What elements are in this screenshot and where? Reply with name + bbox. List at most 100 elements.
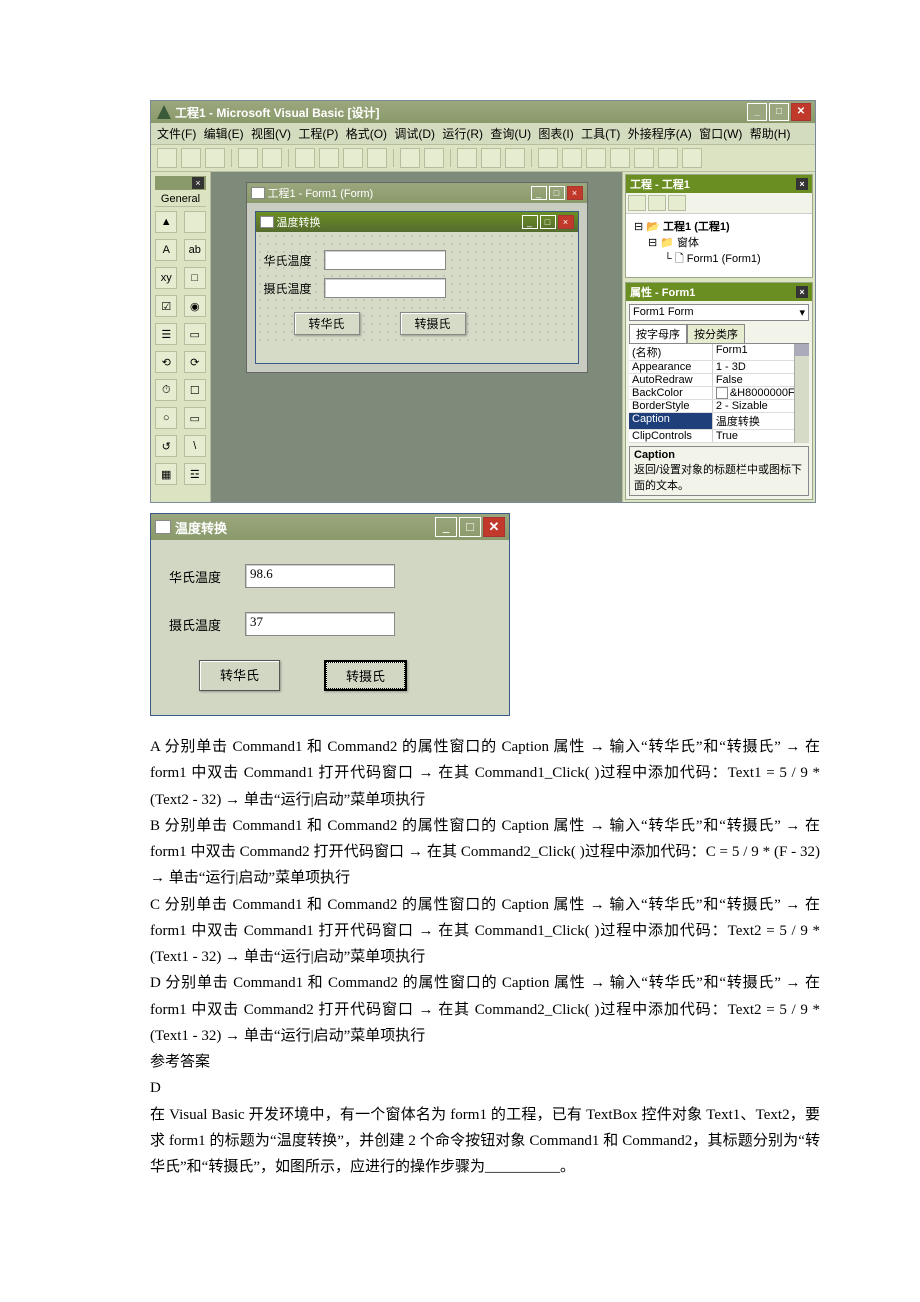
menubar[interactable]: 文件(F) 编辑(E) 视图(V) 工程(P) 格式(O) 调试(D) 运行(R… (151, 123, 815, 145)
toolbar-icon[interactable] (181, 148, 201, 168)
close-icon[interactable]: × (567, 186, 583, 200)
toolbar-icon[interactable] (157, 148, 177, 168)
tab-alphabetic[interactable]: 按字母序 (629, 324, 687, 343)
property-row[interactable]: BorderStyle2 - Sizable (629, 400, 809, 413)
toolbox-general-tab[interactable]: General (155, 192, 206, 207)
question-stem: 在 Visual Basic 开发环境中，有一个窗体名为 form1 的工程，已… (150, 1102, 820, 1181)
menu-addins[interactable]: 外接程序(A) (628, 127, 692, 141)
maximize-icon[interactable]: □ (769, 103, 789, 121)
close-icon[interactable]: × (558, 215, 574, 229)
menu-query[interactable]: 查询(U) (490, 127, 531, 141)
minimize-icon[interactable]: _ (531, 186, 547, 200)
menu-view[interactable]: 视图(V) (251, 127, 291, 141)
toolbar-icon[interactable] (586, 148, 606, 168)
maximize-icon[interactable]: □ (459, 517, 481, 537)
menu-tools[interactable]: 工具(T) (581, 127, 620, 141)
maximize-icon[interactable]: □ (549, 186, 565, 200)
toolbox-item[interactable]: \ (184, 435, 206, 457)
toolbar-cut-icon[interactable] (295, 148, 315, 168)
toggle-folders-icon[interactable] (668, 195, 686, 211)
menu-run[interactable]: 运行(R) (442, 127, 483, 141)
text1-input[interactable] (324, 250, 446, 270)
dropdown-icon[interactable]: ▾ (799, 306, 805, 319)
property-row[interactable]: AutoRedrawFalse (629, 374, 809, 387)
command1-button[interactable]: 转华氏 (294, 312, 360, 335)
toolbox-item[interactable]: ⟲ (155, 351, 177, 373)
menu-window[interactable]: 窗口(W) (699, 127, 742, 141)
menu-file[interactable]: 文件(F) (157, 127, 196, 141)
property-row[interactable]: BackColor&H8000000F& (629, 387, 809, 400)
toolbox-item[interactable]: A (155, 239, 177, 261)
close-icon[interactable]: ✕ (791, 103, 811, 121)
toolbox-item[interactable]: ⏱ (155, 379, 177, 401)
minimize-icon[interactable]: _ (435, 517, 457, 537)
close-icon[interactable]: × (796, 178, 808, 190)
design-form[interactable]: 温度转换 _ □ × 华氏温度 (255, 211, 579, 364)
property-row[interactable]: Appearance1 - 3D (629, 361, 809, 374)
toolbox-item[interactable]: ☑ (155, 295, 177, 317)
menu-diagram[interactable]: 图表(I) (538, 127, 573, 141)
property-row[interactable]: Caption温度转换 (629, 413, 809, 430)
toolbox-item[interactable]: ☐ (184, 379, 206, 401)
toolbox-item[interactable]: ○ (155, 407, 177, 429)
toolbar-icon[interactable] (658, 148, 678, 168)
text2-input[interactable]: 37 (245, 612, 395, 636)
option-a: A 分别单击 Command1 和 Command2 的属性窗口的 Captio… (150, 734, 820, 813)
property-row[interactable]: ClipControlsTrue (629, 430, 809, 443)
command2-button[interactable]: 转摄氏 (324, 660, 407, 691)
toolbox-close-icon[interactable]: × (192, 177, 204, 189)
properties-object-combo[interactable]: Form1 Form▾ (629, 304, 809, 321)
toolbar-open-icon[interactable] (238, 148, 258, 168)
toolbox-item[interactable]: xy (155, 267, 177, 289)
maximize-icon[interactable]: □ (540, 215, 556, 229)
toolbar-redo-icon[interactable] (424, 148, 444, 168)
close-icon[interactable]: ✕ (483, 517, 505, 537)
toolbar-icon[interactable] (538, 148, 558, 168)
toolbar-icon[interactable] (562, 148, 582, 168)
toolbox-item[interactable]: ☰ (155, 323, 177, 345)
properties-grid[interactable]: (名称)Form1Appearance1 - 3DAutoRedrawFalse… (629, 343, 809, 443)
menu-edit[interactable]: 编辑(E) (204, 127, 244, 141)
toolbox-item[interactable]: ▭ (184, 407, 206, 429)
view-code-icon[interactable] (628, 195, 646, 211)
scrollbar[interactable] (794, 344, 809, 443)
toolbar-icon[interactable] (205, 148, 225, 168)
toolbar-undo-icon[interactable] (400, 148, 420, 168)
toolbox-item[interactable]: ☲ (184, 463, 206, 485)
command1-button[interactable]: 转华氏 (199, 660, 280, 691)
menu-format[interactable]: 格式(O) (346, 127, 387, 141)
toolbox-item[interactable]: ▭ (184, 323, 206, 345)
toolbar-copy-icon[interactable] (319, 148, 339, 168)
toolbox-item[interactable]: ab (184, 239, 206, 261)
toolbar-paste-icon[interactable] (343, 148, 363, 168)
toolbox-item[interactable]: ▲ (155, 211, 177, 233)
menu-debug[interactable]: 调试(D) (394, 127, 435, 141)
tab-categorized[interactable]: 按分类序 (687, 324, 745, 343)
toolbar-save-icon[interactable] (262, 148, 282, 168)
text2-input[interactable] (324, 278, 446, 298)
toolbox-item[interactable] (184, 211, 206, 233)
minimize-icon[interactable]: _ (747, 103, 767, 121)
toolbox-item[interactable]: ↺ (155, 435, 177, 457)
command2-button[interactable]: 转摄氏 (400, 312, 466, 335)
toolbox-item[interactable]: □ (184, 267, 206, 289)
menu-project[interactable]: 工程(P) (298, 127, 338, 141)
vb-app-icon (157, 105, 171, 119)
toolbox-item[interactable]: ⟳ (184, 351, 206, 373)
toolbox-item[interactable]: ◉ (184, 295, 206, 317)
project-explorer-title: 工程 - 工程1 (630, 176, 690, 192)
close-icon[interactable]: × (796, 286, 808, 298)
toolbar-run-icon[interactable] (457, 148, 477, 168)
toolbar-pause-icon[interactable] (481, 148, 501, 168)
property-row[interactable]: (名称)Form1 (629, 344, 809, 361)
toolbar-find-icon[interactable] (367, 148, 387, 168)
view-object-icon[interactable] (648, 195, 666, 211)
text1-input[interactable]: 98.6 (245, 564, 395, 588)
menu-help[interactable]: 帮助(H) (750, 127, 791, 141)
toolbar-icon[interactable] (634, 148, 654, 168)
minimize-icon[interactable]: _ (522, 215, 538, 229)
toolbox-item[interactable]: ▦ (155, 463, 177, 485)
toolbar-stop-icon[interactable] (505, 148, 525, 168)
toolbar-icon[interactable] (682, 148, 702, 168)
toolbar-icon[interactable] (610, 148, 630, 168)
